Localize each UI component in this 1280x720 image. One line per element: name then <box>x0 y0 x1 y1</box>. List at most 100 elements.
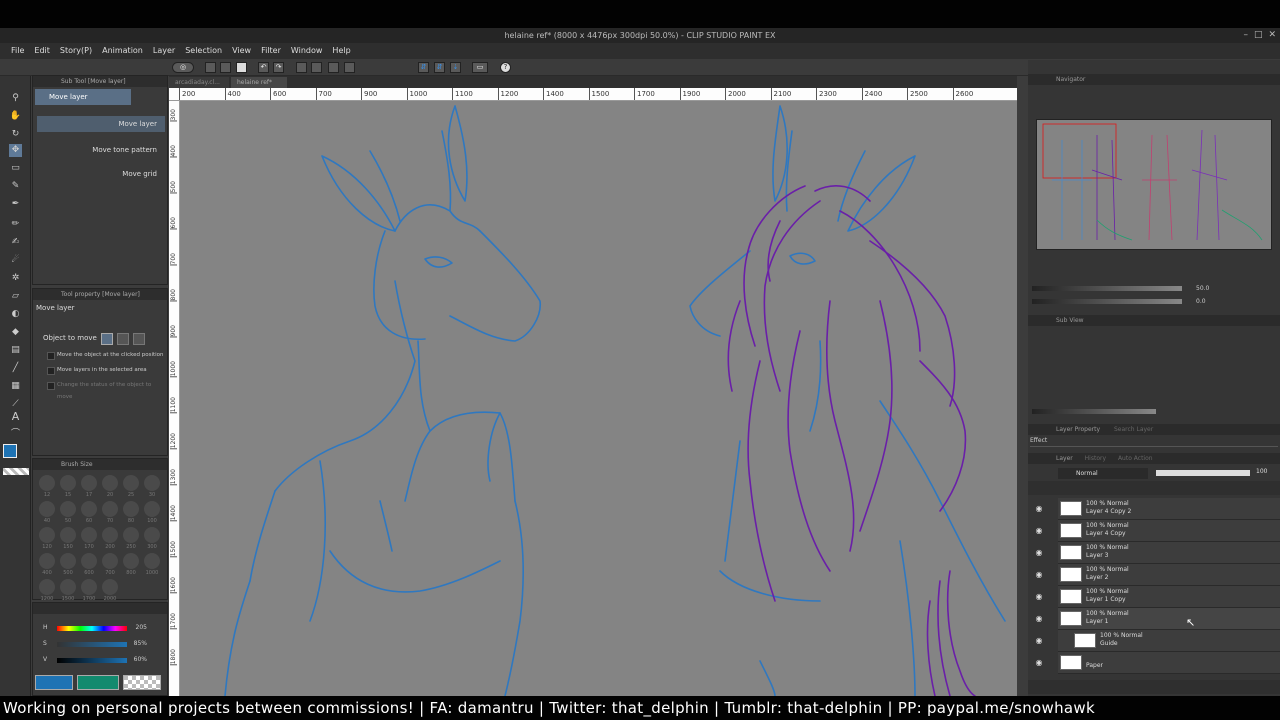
brush-size-preset[interactable] <box>60 579 76 595</box>
brush-size-preset[interactable] <box>60 475 76 491</box>
layer-row[interactable]: ◉ 100 % Normal Layer 4 Copy <box>1036 520 1280 542</box>
main-drawing-color[interactable] <box>35 675 73 690</box>
tab-auto-action[interactable]: Auto Action <box>1118 455 1153 462</box>
rotate-slider[interactable] <box>1032 299 1182 304</box>
clip-studio-icon[interactable]: ◎ <box>172 62 194 73</box>
new-file-icon[interactable] <box>205 62 216 73</box>
eye-icon[interactable]: ◉ <box>1034 658 1044 668</box>
brush-size-preset[interactable] <box>123 553 139 569</box>
undo-icon[interactable]: ↶ <box>258 62 269 73</box>
navigator-preview[interactable] <box>1036 119 1272 250</box>
tab-layer[interactable]: Layer <box>1056 455 1073 462</box>
sub-tool-move-layer[interactable]: Move layer <box>37 116 165 132</box>
brush-size-preset[interactable] <box>144 501 160 517</box>
decoration-tool-icon[interactable]: ✲ <box>9 272 22 285</box>
layer-row[interactable]: ◉ Paper <box>1036 652 1280 674</box>
layer-row[interactable]: ◉ 100 % Normal Layer 2 <box>1036 564 1280 586</box>
brush-size-preset[interactable] <box>81 527 97 543</box>
layer-row[interactable]: ◉ 100 % Normal Layer 4 Copy 2 <box>1036 498 1280 520</box>
transparent-color-swatch[interactable] <box>3 468 29 475</box>
brush-size-preset[interactable] <box>123 501 139 517</box>
eye-icon[interactable]: ◉ <box>1034 548 1044 558</box>
brush-size-preset[interactable] <box>102 475 118 491</box>
sub-drawing-color[interactable] <box>77 675 119 690</box>
opacity-slider[interactable] <box>1156 470 1250 476</box>
menu-filter[interactable]: Filter <box>256 43 286 59</box>
maximize-button[interactable]: □ <box>1254 28 1263 43</box>
brush-size-preset[interactable] <box>102 579 118 595</box>
layer-property-tab[interactable]: Layer Property <box>1056 426 1100 433</box>
brush-size-preset[interactable] <box>39 501 55 517</box>
move-tool-icon[interactable]: ✥ <box>9 144 22 157</box>
frame-tool-icon[interactable]: ▦ <box>9 380 22 393</box>
menu-file[interactable]: File <box>6 43 29 59</box>
brush-size-preset[interactable] <box>60 527 76 543</box>
zoom-slider[interactable] <box>1032 286 1182 291</box>
fill-icon[interactable] <box>311 62 322 73</box>
airbrush-tool-icon[interactable]: ☄ <box>9 254 22 267</box>
menu-edit[interactable]: Edit <box>29 43 55 59</box>
sub-view-slider[interactable] <box>1032 409 1156 414</box>
eye-icon[interactable]: ◉ <box>1034 570 1044 580</box>
tab-history[interactable]: History <box>1085 455 1106 462</box>
tab-arcadiaday[interactable]: arcadiaday.cl... <box>169 77 229 88</box>
close-button[interactable]: ✕ <box>1268 28 1276 43</box>
object-type-raster-button[interactable] <box>101 333 113 345</box>
eyedropper-tool-icon[interactable]: ✎ <box>9 180 22 193</box>
brush-size-preset[interactable] <box>144 475 160 491</box>
settings-icon[interactable]: ▭ <box>472 62 488 73</box>
ruler-snap-icon[interactable]: ⇵ <box>418 62 429 73</box>
fill-tool-icon[interactable]: ◆ <box>9 326 22 339</box>
brush-size-preset[interactable] <box>123 527 139 543</box>
tab-helaine-ref[interactable]: helaine ref* <box>231 77 287 88</box>
eye-icon[interactable]: ◉ <box>1034 614 1044 624</box>
sketch-canvas[interactable] <box>180 101 1017 696</box>
option-move-object-clicked[interactable]: Move the object at the clicked position <box>45 349 165 361</box>
brush-size-preset[interactable] <box>60 553 76 569</box>
blend-mode-select[interactable]: Normal <box>1058 468 1148 479</box>
brush-size-preset[interactable] <box>144 553 160 569</box>
grid-snap-icon[interactable]: ⇣ <box>450 62 461 73</box>
figure-tool-icon[interactable]: ╱ <box>9 362 22 375</box>
brush-size-preset[interactable] <box>102 527 118 543</box>
minimize-button[interactable]: – <box>1243 28 1248 43</box>
eraser-tool-icon[interactable]: ▱ <box>9 290 22 303</box>
layer-row[interactable]: ◉ 100 % Normal Guide <box>1036 630 1280 652</box>
brush-size-preset[interactable] <box>39 553 55 569</box>
brush-size-preset[interactable] <box>81 553 97 569</box>
brush-size-preset[interactable] <box>81 501 97 517</box>
text-tool-icon[interactable]: A <box>9 410 22 423</box>
brush-size-preset[interactable] <box>102 501 118 517</box>
brush-tool-icon[interactable]: ✍ <box>9 236 22 249</box>
menu-help[interactable]: Help <box>327 43 355 59</box>
value-slider[interactable]: V 60% <box>43 655 155 665</box>
sub-tool-group-move-layer[interactable]: Move layer <box>35 89 131 105</box>
menu-animation[interactable]: Animation <box>97 43 148 59</box>
layer-row[interactable]: ◉ 100 % Normal Layer 3 <box>1036 542 1280 564</box>
brush-size-preset[interactable] <box>123 475 139 491</box>
rotate-tool-icon[interactable]: ↻ <box>9 128 22 141</box>
menu-story[interactable]: Story(P) <box>55 43 97 59</box>
menu-window[interactable]: Window <box>286 43 328 59</box>
menu-view[interactable]: View <box>227 43 256 59</box>
brush-size-preset[interactable] <box>39 579 55 595</box>
pencil-tool-icon[interactable]: ✏ <box>9 218 22 231</box>
hue-slider[interactable]: H 205 <box>43 623 155 633</box>
sub-tool-move-grid[interactable]: Move grid <box>37 166 165 182</box>
deselect-icon[interactable] <box>344 62 355 73</box>
pen-tool-icon[interactable]: ✒ <box>9 198 22 211</box>
eye-icon[interactable]: ◉ <box>1034 504 1044 514</box>
operation-tool-icon[interactable]: ▭ <box>9 162 22 175</box>
brush-size-preset[interactable] <box>60 501 76 517</box>
sub-tool-move-tone-pattern[interactable]: Move tone pattern <box>37 142 165 158</box>
transparent-color[interactable] <box>123 675 161 690</box>
eye-icon[interactable]: ◉ <box>1034 636 1044 646</box>
layer-row[interactable]: ◉ 100 % Normal Layer 1 Copy <box>1036 586 1280 608</box>
object-type-grid-button[interactable] <box>133 333 145 345</box>
help-icon[interactable]: ? <box>500 62 511 73</box>
saturation-slider[interactable]: S 85% <box>43 639 155 649</box>
brush-size-preset[interactable] <box>144 527 160 543</box>
brush-size-preset[interactable] <box>81 475 97 491</box>
transform-icon[interactable] <box>328 62 339 73</box>
brush-size-preset[interactable] <box>39 527 55 543</box>
